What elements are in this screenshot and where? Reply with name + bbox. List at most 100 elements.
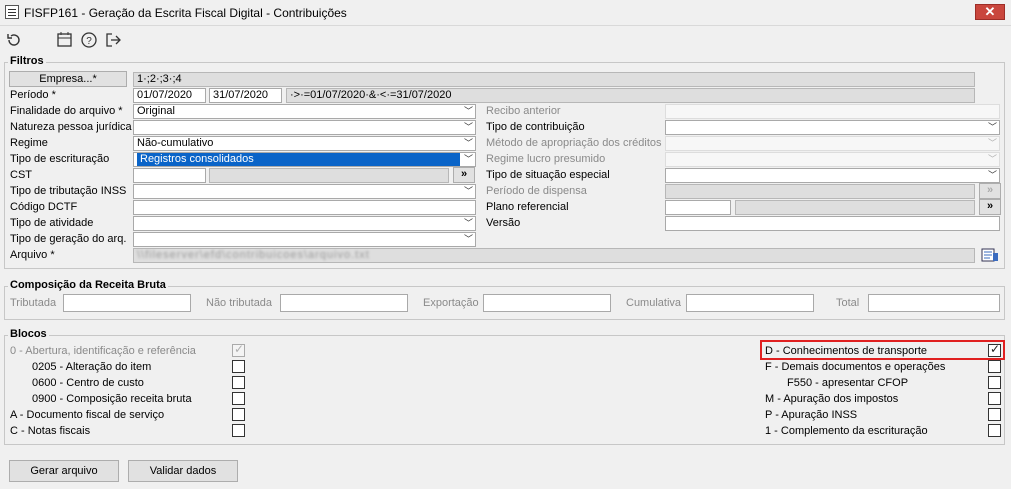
plano-label: Plano referencial — [486, 201, 569, 213]
chevron-down-icon: ﹀ — [463, 186, 473, 196]
total-label: Total — [836, 297, 860, 309]
help-icon[interactable]: ? — [80, 31, 98, 49]
cst-description — [209, 168, 449, 183]
bloco-0-label: 0 - Abertura, identificação e referência — [10, 345, 196, 357]
chevron-down-icon: ﹀ — [463, 106, 473, 116]
tipo-situacao-select[interactable]: ﹀ — [665, 168, 1000, 183]
chevron-down-icon: ﹀ — [987, 122, 997, 132]
window-title: FISFP161 - Geração da Escrita Fiscal Dig… — [24, 6, 347, 20]
bloco-m-checkbox[interactable] — [988, 392, 1001, 405]
periodo-end-input[interactable]: 31/07/2020 — [209, 88, 282, 103]
file-browse-icon[interactable] — [980, 247, 1000, 263]
calendar-icon[interactable] — [56, 31, 74, 49]
regime-select[interactable]: Não-cumulativo ﹀ — [133, 136, 476, 151]
metodo-select: ﹀ — [665, 136, 1000, 151]
chevron-down-icon: ﹀ — [463, 234, 473, 244]
periodo-expression: ·>·=01/07/2020·&·<·=31/07/2020 — [286, 88, 975, 103]
tipo-escrituracao-select[interactable]: Registros consolidados ﹀ — [133, 152, 476, 167]
cst-input[interactable] — [133, 168, 206, 183]
versao-input[interactable] — [665, 216, 1000, 231]
tipo-atividade-label: Tipo de atividade — [10, 217, 94, 229]
tipo-escrituracao-value: Registros consolidados — [137, 153, 460, 166]
regime-lucro-label: Regime lucro presumido — [486, 153, 606, 165]
chevron-down-icon: ﹀ — [463, 138, 473, 148]
tipo-contribuicao-label: Tipo de contribuição — [486, 121, 585, 133]
finalidade-label: Finalidade do arquivo * — [10, 105, 123, 117]
arquivo-label: Arquivo * — [10, 249, 55, 261]
empresa-button[interactable]: Empresa...* — [9, 71, 127, 87]
periodo-label: Período * — [10, 89, 56, 101]
tipo-contribuicao-select[interactable]: ﹀ — [665, 120, 1000, 135]
tipo-tributacao-label: Tipo de tributação INSS — [10, 185, 127, 197]
arquivo-path: \\fileserver\efd\contribuicoes\arquivo.t… — [137, 249, 370, 261]
bloco-f550-checkbox[interactable] — [988, 376, 1001, 389]
exportacao-label: Exportação — [423, 297, 479, 309]
periodo-dispensa-button: » — [979, 183, 1001, 199]
bloco-1-label: 1 - Complemento da escrituração — [765, 425, 928, 437]
bloco-1-checkbox[interactable] — [988, 424, 1001, 437]
bloco-0600-checkbox[interactable] — [232, 376, 245, 389]
recibo-input — [665, 104, 1000, 119]
check-icon: ✓ — [234, 342, 245, 356]
svg-text:?: ? — [86, 36, 92, 47]
regime-lucro-select: ﹀ — [665, 152, 1000, 167]
chevron-down-icon: ﹀ — [463, 122, 473, 132]
bloco-d-checkbox[interactable]: ✓ — [988, 342, 1001, 357]
natureza-select[interactable]: ﹀ — [133, 120, 476, 135]
nao-tributada-input[interactable] — [280, 294, 408, 312]
tributada-label: Tributada — [10, 297, 57, 309]
chevron-down-icon: ﹀ — [463, 154, 473, 164]
plano-input[interactable] — [665, 200, 731, 215]
cst-lookup-button[interactable]: » — [453, 167, 475, 183]
filtros-legend: Filtros — [8, 55, 46, 67]
tipo-tributacao-select[interactable]: ﹀ — [133, 184, 476, 199]
total-input[interactable] — [868, 294, 1000, 312]
finalidade-select[interactable]: Original ﹀ — [133, 104, 476, 119]
tipo-escrituracao-label: Tipo de escrituração — [10, 153, 110, 165]
bloco-c-checkbox[interactable] — [232, 424, 245, 437]
check-icon: ✓ — [990, 342, 1001, 356]
tipo-atividade-select[interactable]: ﹀ — [133, 216, 476, 231]
empresa-field: 1·;2·;3·;4 — [133, 72, 975, 87]
periodo-start-input[interactable]: 01/07/2020 — [133, 88, 206, 103]
bloco-a-label: A - Documento fiscal de serviço — [10, 409, 165, 421]
nao-tributada-label: Não tributada — [206, 297, 273, 309]
chevron-down-icon: ﹀ — [987, 138, 997, 148]
codigo-dctf-label: Código DCTF — [10, 201, 78, 213]
undo-icon[interactable] — [5, 31, 23, 49]
bloco-f-label: F - Demais documentos e operações — [765, 361, 946, 373]
exportacao-input[interactable] — [483, 294, 611, 312]
plano-lookup-button[interactable]: » — [979, 199, 1001, 215]
blocos-legend: Blocos — [8, 328, 49, 340]
app-icon — [5, 5, 19, 19]
close-button[interactable]: ✕ — [975, 4, 1005, 20]
bloco-0900-checkbox[interactable] — [232, 392, 245, 405]
cumulativa-label: Cumulativa — [626, 297, 682, 309]
tributada-input[interactable] — [63, 294, 191, 312]
tipo-geracao-select[interactable]: ﹀ — [133, 232, 476, 247]
validar-dados-button[interactable]: Validar dados — [128, 460, 238, 482]
bloco-c-label: C - Notas fiscais — [10, 425, 91, 437]
plano-description — [735, 200, 975, 215]
periodo-dispensa-input — [665, 184, 975, 199]
regime-label: Regime — [10, 137, 48, 149]
bloco-d-label: D - Conhecimentos de transporte — [765, 345, 928, 357]
periodo-dispensa-label: Período de dispensa — [486, 185, 587, 197]
bloco-0600-label: 0600 - Centro de custo — [32, 377, 144, 389]
chevron-down-icon: ﹀ — [463, 218, 473, 228]
recibo-label: Recibo anterior — [486, 105, 561, 117]
composicao-legend: Composição da Receita Bruta — [8, 279, 168, 291]
bloco-0900-label: 0900 - Composição receita bruta — [32, 393, 192, 405]
versao-label: Versão — [486, 217, 521, 229]
bloco-0205-checkbox[interactable] — [232, 360, 245, 373]
codigo-dctf-input[interactable] — [133, 200, 476, 215]
exit-icon[interactable] — [104, 31, 122, 49]
bloco-a-checkbox[interactable] — [232, 408, 245, 421]
cumulativa-input[interactable] — [686, 294, 814, 312]
bloco-f-checkbox[interactable] — [988, 360, 1001, 373]
tipo-situacao-label: Tipo de situação especial — [486, 169, 610, 181]
arquivo-field: \\fileserver\efd\contribuicoes\arquivo.t… — [133, 248, 975, 263]
gerar-arquivo-button[interactable]: Gerar arquivo — [9, 460, 119, 482]
bloco-p-label: P - Apuração INSS — [765, 409, 858, 421]
bloco-p-checkbox[interactable] — [988, 408, 1001, 421]
